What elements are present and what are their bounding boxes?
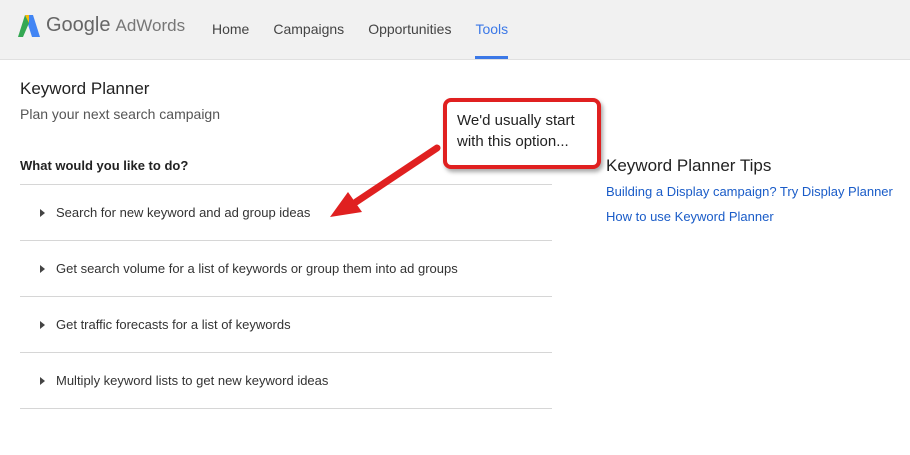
nav-home[interactable]: Home bbox=[200, 0, 261, 59]
nav-campaigns[interactable]: Campaigns bbox=[261, 0, 356, 59]
callout-line-2: with this option... bbox=[457, 133, 569, 150]
tip-link-how-to-use[interactable]: How to use Keyword Planner bbox=[606, 209, 774, 224]
page-subtitle: Plan your next search campaign bbox=[20, 106, 220, 122]
tip-link-display-planner[interactable]: Building a Display campaign? Try Display… bbox=[606, 184, 893, 199]
option-traffic-forecasts[interactable]: Get traffic forecasts for a list of keyw… bbox=[20, 297, 552, 353]
brand-google: Google bbox=[46, 14, 111, 36]
main-nav: Home Campaigns Opportunities Tools bbox=[200, 0, 520, 59]
options-list: Search for new keyword and ad group idea… bbox=[20, 184, 552, 409]
expand-triangle-icon bbox=[40, 376, 45, 385]
nav-opportunities[interactable]: Opportunities bbox=[356, 0, 463, 59]
annotation-callout: We'd usually start with this option... bbox=[443, 98, 601, 169]
option-get-search-volume[interactable]: Get search volume for a list of keywords… bbox=[20, 241, 552, 297]
option-label: Search for new keyword and ad group idea… bbox=[56, 205, 311, 220]
tips-title: Keyword Planner Tips bbox=[606, 156, 772, 175]
callout-line-1: We'd usually start bbox=[457, 112, 575, 129]
brand-adwords: AdWords bbox=[115, 15, 186, 35]
option-label: Get search volume for a list of keywords… bbox=[56, 261, 458, 276]
expand-triangle-icon bbox=[40, 320, 45, 329]
option-label: Multiply keyword lists to get new keywor… bbox=[56, 373, 329, 388]
option-multiply-keyword-lists[interactable]: Multiply keyword lists to get new keywor… bbox=[20, 353, 552, 409]
keyword-planner-page: Google AdWords Home Campaigns Opportunit… bbox=[0, 0, 910, 455]
top-nav-bar: Google AdWords Home Campaigns Opportunit… bbox=[0, 0, 910, 60]
nav-tools[interactable]: Tools bbox=[463, 0, 520, 59]
expand-triangle-icon bbox=[40, 208, 45, 217]
adwords-logo-icon bbox=[18, 14, 40, 37]
page-title: Keyword Planner bbox=[20, 79, 150, 98]
option-label: Get traffic forecasts for a list of keyw… bbox=[56, 317, 291, 332]
adwords-logo[interactable]: Google AdWords bbox=[18, 14, 185, 37]
expand-triangle-icon bbox=[40, 264, 45, 273]
option-search-new-keywords[interactable]: Search for new keyword and ad group idea… bbox=[20, 185, 552, 241]
question-heading: What would you like to do? bbox=[20, 158, 189, 173]
